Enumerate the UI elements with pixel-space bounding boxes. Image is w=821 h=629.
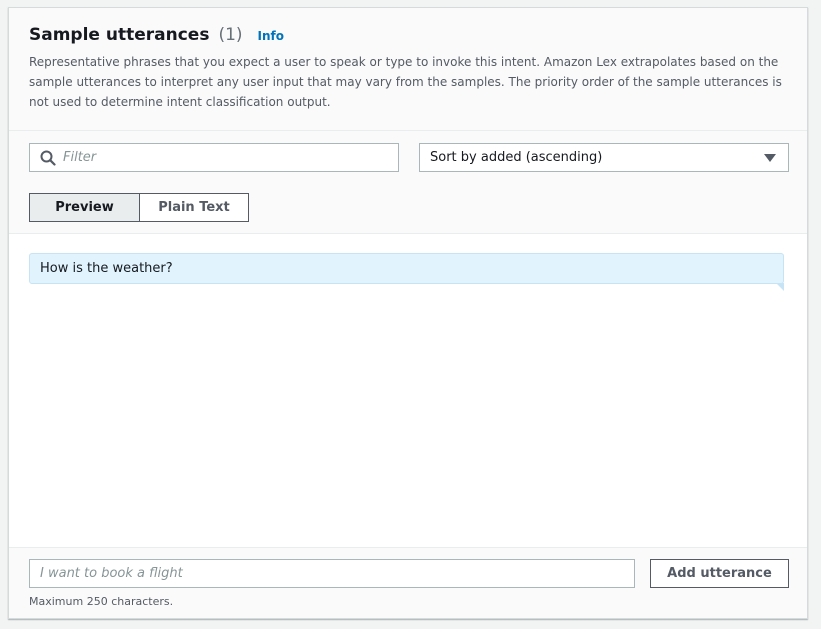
sort-select[interactable]: Sort by added (ascending): [419, 143, 789, 172]
utterance-list: How is the weather?: [9, 234, 807, 549]
view-toggle: Preview Plain Text: [29, 193, 249, 222]
sort-selected-value: Sort by added (ascending): [430, 150, 603, 165]
preview-tab[interactable]: Preview: [29, 193, 140, 222]
add-utterance-button[interactable]: Add utterance: [650, 559, 789, 588]
search-icon: [40, 150, 56, 166]
bubble-tail: [776, 283, 784, 291]
plain-text-tab[interactable]: Plain Text: [140, 193, 249, 222]
panel-header: Sample utterances (1) Info Representativ…: [9, 8, 807, 131]
sample-utterances-panel: Sample utterances (1) Info Representativ…: [8, 7, 808, 619]
caret-down-icon: [764, 153, 776, 162]
section-description: Representative phrases that you expect a…: [29, 55, 782, 109]
filter-input[interactable]: [63, 150, 383, 165]
new-utterance-field[interactable]: [29, 559, 635, 588]
section-title: Sample utterances: [29, 25, 210, 45]
utterance-controls: Sort by added (ascending) Preview Plain …: [9, 131, 807, 234]
utterance-item[interactable]: How is the weather?: [29, 253, 784, 291]
utterance-count: (1): [218, 25, 243, 45]
new-utterance-input[interactable]: [40, 566, 620, 581]
character-limit-hint: Maximum 250 characters.: [29, 595, 174, 608]
filter-field[interactable]: [29, 143, 399, 172]
utterance-text: How is the weather?: [40, 261, 173, 276]
info-link[interactable]: Info: [258, 29, 284, 43]
add-utterance-footer: Add utterance Maximum 250 characters.: [9, 547, 807, 618]
title-row: Sample utterances (1) Info: [29, 25, 284, 45]
